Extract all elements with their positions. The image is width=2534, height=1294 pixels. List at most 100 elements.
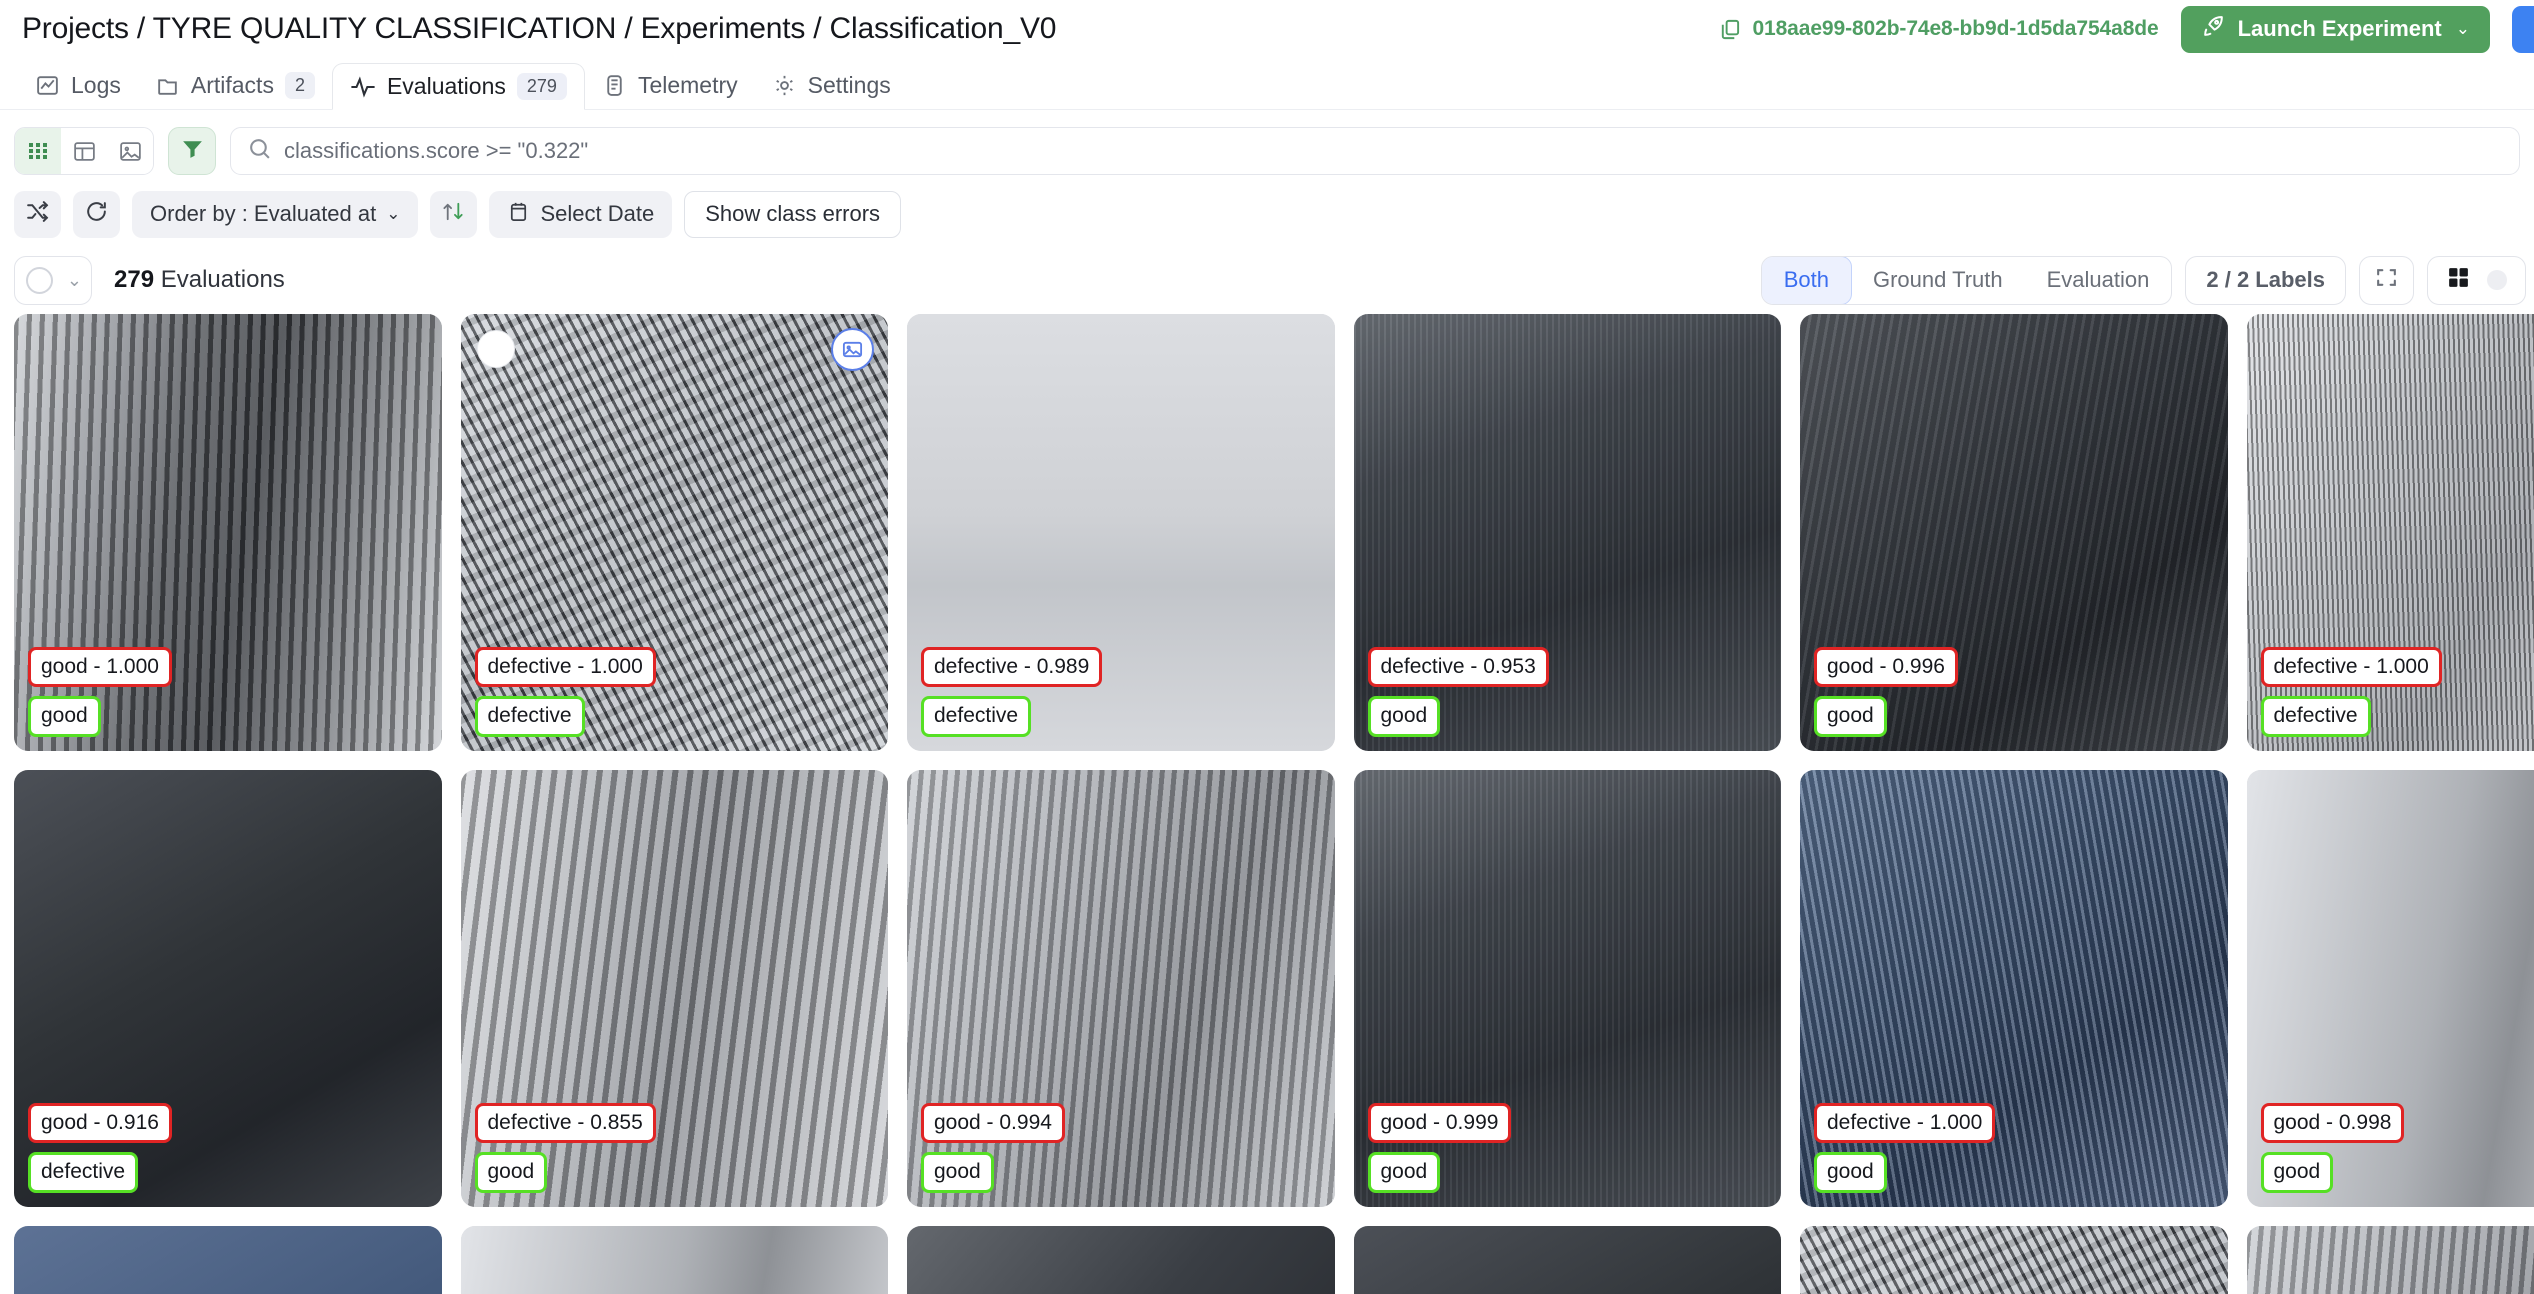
evaluation-card[interactable]: defective - 1.000 good <box>1800 770 2228 1207</box>
card-labels: defective - 1.000 defective <box>2260 646 2442 737</box>
view-mode-ground-truth[interactable]: Ground Truth <box>1851 257 2025 304</box>
header-actions: 018aae99-802b-74e8-bb9d-1d5da754a8de Lau… <box>1718 5 2534 53</box>
labels-filter-button[interactable]: 2 / 2 Labels <box>2185 255 2346 305</box>
ground-truth-label: defective <box>2260 696 2371 737</box>
tab-artifacts[interactable]: Artifacts 2 <box>138 62 332 109</box>
grid-size-control[interactable] <box>2427 255 2526 305</box>
prediction-label: good - 0.998 <box>2260 1102 2405 1144</box>
grid-view-icon[interactable] <box>15 128 61 174</box>
select-all-control[interactable]: ⌄ <box>14 255 92 305</box>
evaluation-card[interactable]: good - 0.999 good <box>1353 770 1781 1207</box>
tab-telemetry[interactable]: Telemetry <box>585 62 755 109</box>
card-labels: good - 0.999 good <box>1367 1102 1512 1193</box>
evaluation-card[interactable]: good - 0.998 good <box>2246 770 2534 1207</box>
chevron-down-icon[interactable]: ⌄ <box>67 270 82 291</box>
folder-icon <box>155 73 180 98</box>
evaluation-card[interactable] <box>907 1226 1335 1294</box>
evaluation-card[interactable] <box>460 1226 888 1294</box>
evaluations-grid: good - 1.000 good defective - 1.000 defecti… <box>0 306 2534 1294</box>
evaluation-card[interactable]: good - 1.000 good <box>14 314 442 751</box>
prediction-label: defective - 0.855 <box>474 1102 656 1144</box>
launch-experiment-label: Launch Experiment <box>2237 16 2442 41</box>
launch-experiment-button[interactable]: Launch Experiment ⌄ <box>2180 5 2490 53</box>
annotation-view-segmented: Both Ground Truth Evaluation <box>1760 255 2173 305</box>
evaluations-count: 279 Evaluations <box>114 266 285 294</box>
prediction-label: good - 0.994 <box>921 1102 1065 1144</box>
evaluation-card[interactable]: defective - 0.989 defective <box>907 314 1335 751</box>
filter-button[interactable] <box>168 127 216 175</box>
tab-logs[interactable]: Logs <box>18 62 138 109</box>
prediction-label: defective - 0.989 <box>921 646 1103 688</box>
tab-count-badge: 279 <box>516 73 567 100</box>
tab-label: Artifacts <box>190 72 274 98</box>
evaluation-card[interactable] <box>2246 1226 2534 1294</box>
view-mode-both[interactable]: Both <box>1761 256 1852 304</box>
display-controls: Both Ground Truth Evaluation 2 / 2 Labels <box>1760 255 2526 305</box>
card-labels: good - 0.996 good <box>1814 646 1958 737</box>
card-labels: good - 0.916 defective <box>28 1102 172 1193</box>
evaluation-card[interactable] <box>1353 1226 1781 1294</box>
tab-label: Evaluations <box>386 73 506 99</box>
evaluation-card[interactable]: defective - 1.000 defective <box>2246 314 2534 751</box>
tyre-photo <box>14 1226 442 1294</box>
tab-count-badge: 2 <box>284 72 315 99</box>
evaluations-count-label: Evaluations <box>160 266 285 293</box>
refresh-button[interactable] <box>73 190 120 238</box>
tab-evaluations[interactable]: Evaluations 279 <box>331 63 585 110</box>
tab-settings[interactable]: Settings <box>755 62 908 109</box>
show-class-errors-button[interactable]: Show class errors <box>684 190 902 238</box>
prediction-label: good - 1.000 <box>28 646 172 688</box>
tyre-photo <box>2246 1226 2534 1294</box>
ground-truth-label: good <box>1814 1152 1887 1193</box>
ground-truth-label: good <box>1367 696 1441 737</box>
refresh-icon <box>84 199 109 230</box>
circle-unchecked-icon[interactable] <box>26 266 53 294</box>
evaluation-card[interactable] <box>1800 1226 2228 1294</box>
card-labels: good - 0.998 good <box>2260 1102 2405 1193</box>
fullscreen-icon <box>2374 265 2399 295</box>
card-labels: defective - 1.000 good <box>1814 1102 1996 1193</box>
evaluation-card[interactable]: defective - 1.000 defective <box>460 314 888 751</box>
funnel-icon <box>180 136 205 166</box>
prediction-label: defective - 1.000 <box>2260 646 2442 688</box>
evaluations-count-number: 279 <box>114 266 155 293</box>
search-bar[interactable] <box>230 127 2520 175</box>
prediction-label: good - 0.999 <box>1367 1102 1512 1144</box>
chevron-down-icon: ⌄ <box>386 204 401 223</box>
tab-label: Settings <box>807 72 891 98</box>
card-labels: good - 1.000 good <box>28 646 172 737</box>
card-labels: defective - 0.855 good <box>474 1102 656 1193</box>
select-date-button[interactable]: Select Date <box>489 190 673 238</box>
evaluation-card[interactable]: good - 0.994 good <box>907 770 1335 1207</box>
evaluation-card[interactable]: good - 0.916 defective <box>14 770 442 1207</box>
card-select-checkbox[interactable] <box>476 330 515 368</box>
grid-size-slider-knob[interactable] <box>2487 270 2507 290</box>
evaluation-card[interactable]: defective - 0.855 good <box>460 770 888 1207</box>
ground-truth-label: defective <box>474 696 585 737</box>
image-view-icon[interactable] <box>107 128 153 174</box>
sort-direction-button[interactable] <box>430 190 478 238</box>
card-labels: defective - 0.989 defective <box>921 646 1103 737</box>
right-panel-handle[interactable] <box>2512 5 2534 53</box>
tyre-photo <box>1353 1226 1781 1294</box>
tab-bar: Logs Artifacts 2 Evaluations 279 Telemetry Set… <box>0 58 2534 110</box>
evaluation-card[interactable]: defective - 0.953 good <box>1353 314 1781 751</box>
view-image-icon[interactable] <box>831 328 874 371</box>
prediction-label: good - 0.996 <box>1814 646 1958 688</box>
ground-truth-label: good <box>474 1152 548 1193</box>
show-class-errors-label: Show class errors <box>705 201 881 226</box>
evaluation-card[interactable] <box>14 1226 442 1294</box>
fullscreen-button[interactable] <box>2359 255 2414 305</box>
order-by-dropdown[interactable]: Order by : Evaluated at ⌄ <box>132 190 419 238</box>
evaluation-card[interactable]: good - 0.996 good <box>1800 314 2228 751</box>
search-input[interactable] <box>284 138 2503 164</box>
view-mode-evaluation[interactable]: Evaluation <box>2025 257 2172 304</box>
card-labels: defective - 0.953 good <box>1367 646 1549 737</box>
table-view-icon[interactable] <box>61 128 107 174</box>
telemetry-icon <box>602 73 627 98</box>
ground-truth-label: defective <box>28 1152 139 1193</box>
experiment-id-copy[interactable]: 018aae99-802b-74e8-bb9d-1d5da754a8de <box>1718 17 2159 41</box>
shuffle-button[interactable] <box>14 190 61 238</box>
breadcrumb[interactable]: Projects / TYRE QUALITY CLASSIFICATION /… <box>22 12 1056 46</box>
calendar-icon <box>507 200 530 229</box>
